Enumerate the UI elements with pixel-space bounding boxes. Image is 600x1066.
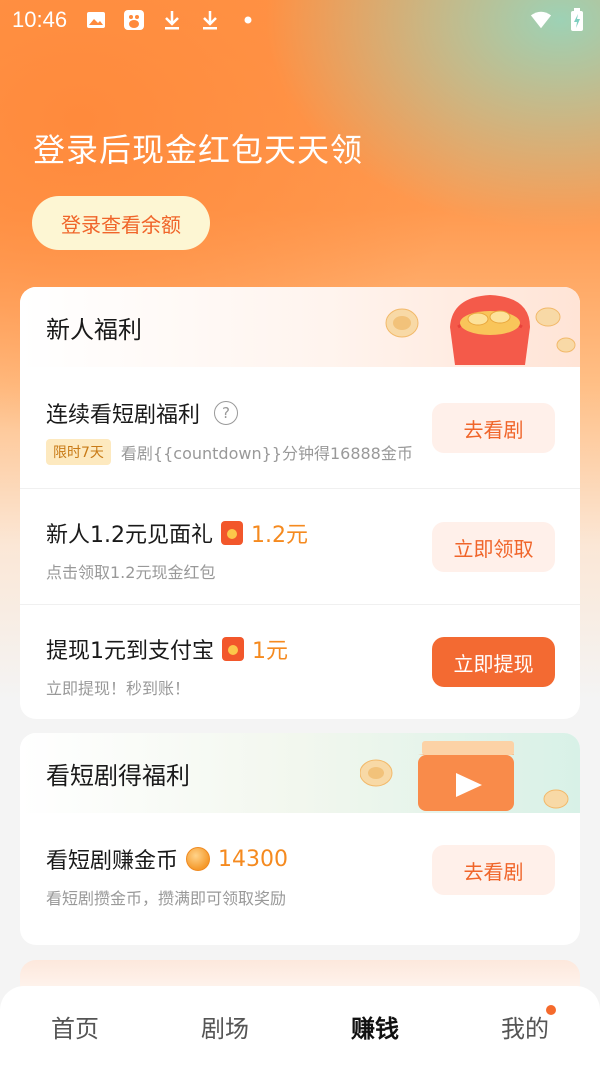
gold-coin-icon: [186, 847, 211, 871]
claim-now-button[interactable]: 立即领取: [432, 522, 555, 572]
task-title: 看短剧赚金币: [46, 849, 179, 874]
help-icon[interactable]: ?: [214, 401, 239, 425]
go-watch-button[interactable]: 去看剧: [432, 403, 555, 453]
tab-earn[interactable]: 赚钱: [300, 1009, 450, 1044]
baidu-icon: [123, 9, 145, 31]
task-subtitle: 看剧{{countdown}}分钟得16888金币: [120, 444, 413, 463]
task-title: 连续看短剧福利: [46, 403, 201, 428]
task-row-newbie-gift: 新人1.2元见面礼 1.2元 点击领取1.2元现金红包 立即领取: [20, 489, 580, 605]
clapperboard-icon: [360, 741, 569, 811]
download-icon: [161, 9, 183, 31]
reward-amount: 1元: [252, 639, 288, 664]
card-header: 新人福利: [20, 287, 580, 367]
task-row-watch-drama: 连续看短剧福利 ? 限时7天 看剧{{countdown}}分钟得16888金币…: [20, 367, 580, 489]
drama-benefits-card: 看短剧得福利 看短剧赚金币 14300 看短剧攒金币，攒满即可领取奖励 去看剧: [20, 733, 580, 945]
notification-dot: [546, 1004, 556, 1015]
card-title: 新人福利: [46, 315, 142, 344]
tab-mine[interactable]: 我的: [450, 1004, 600, 1044]
red-envelope-icon: [221, 521, 243, 545]
withdraw-now-button[interactable]: 立即提现: [432, 637, 555, 687]
status-bar: 10:46: [0, 0, 600, 40]
task-title: 新人1.2元见面礼: [46, 523, 213, 548]
bottom-tab-bar: 首页 剧场 赚钱 我的: [0, 986, 600, 1066]
login-view-balance-button[interactable]: 登录查看余额: [32, 196, 210, 250]
coin-amount: 14300: [218, 846, 289, 872]
tab-home[interactable]: 首页: [0, 1009, 150, 1044]
red-envelope-icon: [222, 637, 244, 661]
task-subtitle: 点击领取1.2元现金红包: [46, 563, 216, 582]
reward-amount: 1.2元: [251, 523, 308, 548]
tab-mine-label: 我的: [501, 1014, 549, 1043]
go-watch-button[interactable]: 去看剧: [432, 845, 555, 895]
task-subtitle: 立即提现！秒到账！: [46, 679, 191, 698]
task-row-withdraw: 提现1元到支付宝 1元 立即提现！秒到账！ 立即提现: [20, 605, 580, 719]
dot-icon: [237, 9, 259, 31]
hero-title: 登录后现金红包天天领: [33, 131, 364, 169]
limited-time-tag: 限时7天: [46, 439, 111, 465]
task-title: 提现1元到支付宝: [46, 639, 214, 664]
red-envelope-coins-icon: [385, 295, 576, 365]
card-title: 看短剧得福利: [46, 761, 190, 790]
task-subtitle: 看短剧攒金币，攒满即可领取奖励: [46, 889, 287, 908]
card-header: 看短剧得福利: [20, 733, 580, 813]
tab-theater[interactable]: 剧场: [150, 1009, 300, 1044]
battery-charging-icon: [566, 8, 588, 31]
image-icon: [85, 9, 107, 31]
status-time: 10:46: [12, 7, 68, 32]
wifi-icon: [530, 9, 552, 31]
download-icon: [199, 9, 221, 31]
task-row-earn-coins: 看短剧赚金币 14300 看短剧攒金币，攒满即可领取奖励 去看剧: [20, 813, 580, 945]
newbie-benefits-card: 新人福利 连续看短剧福利 ? 限时7天 看剧{{countdown}}分钟得16…: [20, 287, 580, 719]
